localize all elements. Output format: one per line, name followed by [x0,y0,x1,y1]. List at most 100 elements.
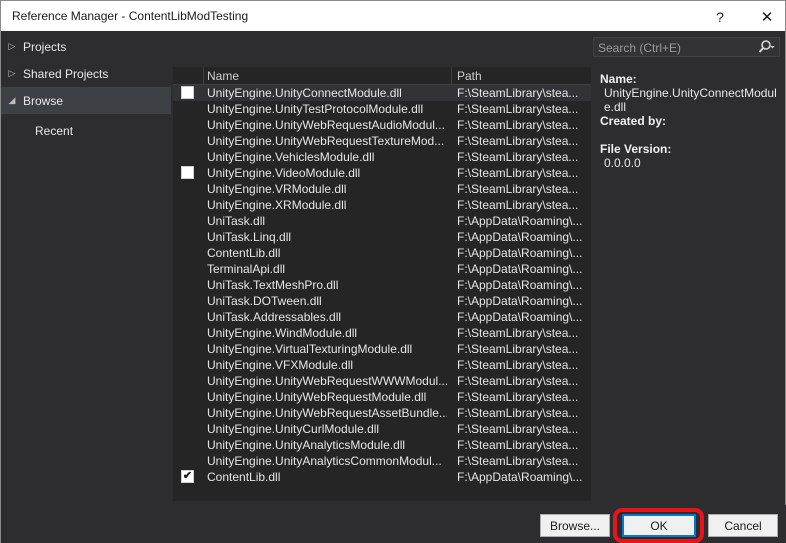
row-name: UniTask.Linq.dll [207,230,292,244]
list-rows: UnityEngine.UnityConnectModule.dll F:\Ste… [173,85,591,485]
collapse-arrow-icon[interactable]: ◢ [1,95,23,106]
table-row[interactable]: UnityEngine.VRModule.dll F:\SteamLibrary\… [173,181,591,197]
table-row[interactable]: UnityEngine.UnityWebRequestTextureMod...… [173,133,591,149]
table-row[interactable]: UnityEngine.XRModule.dll F:\SteamLibrary\… [173,197,591,213]
row-path: F:\SteamLibrary\stea... [457,342,579,356]
row-name: TerminalApi.dll [207,262,286,276]
row-name: UnityEngine.UnityAnalyticsModule.dll [207,438,406,452]
row-path: F:\SteamLibrary\stea... [457,86,579,100]
column-divider[interactable] [451,67,452,85]
row-name: ContentLib.dll [207,470,281,484]
table-row[interactable]: UniTask.TextMeshPro.dll F:\AppData\Roamin… [173,277,591,293]
table-row[interactable]: UnityEngine.VirtualTexturingModule.dll F:… [173,341,591,357]
sidebar-item-shared-projects[interactable]: ▷ Shared Projects [1,60,171,87]
row-name: UniTask.DOTween.dll [207,294,322,308]
row-checkbox[interactable] [181,166,194,179]
row-name: UnityEngine.UnityWebRequestModule.dll [207,390,427,404]
sidebar-item-browse[interactable]: ◢ Browse [1,87,171,114]
table-row[interactable]: UnityEngine.UnityWebRequestAudioModul...… [173,117,591,133]
row-name: UnityEngine.UnityAnalyticsCommonModul... [207,454,442,468]
ok-button[interactable]: OK [622,514,696,537]
row-path: F:\AppData\Roaming\... [457,310,583,324]
row-path: F:\SteamLibrary\stea... [457,118,579,132]
row-path: F:\AppData\Roaming\... [457,246,583,260]
row-path: F:\AppData\Roaming\... [457,278,583,292]
column-header-path[interactable]: Path [457,69,482,83]
row-name: UnityEngine.UnityWebRequestWWWModul... [207,374,447,388]
row-name: UnityEngine.UnityCurlModule.dll [207,422,380,436]
help-button[interactable]: ? [700,1,740,32]
sidebar-item-recent[interactable]: Recent [1,117,171,144]
window-title: Reference Manager - ContentLibModTesting [12,9,249,23]
table-row[interactable]: UnityEngine.UnityConnectModule.dll F:\Ste… [173,85,591,101]
search-placeholder: Search (Ctrl+E) [598,41,682,55]
sidebar-item-label: Shared Projects [23,66,109,81]
row-path: F:\SteamLibrary\stea... [457,406,579,420]
expand-arrow-icon[interactable]: ▷ [1,41,23,52]
table-row[interactable]: UniTask.DOTween.dll F:\AppData\Roaming\..… [173,293,591,309]
row-name: UnityEngine.VRModule.dll [207,182,347,196]
row-path: F:\AppData\Roaming\... [457,230,583,244]
row-name: UnityEngine.VirtualTexturingModule.dll [207,342,413,356]
row-path: F:\SteamLibrary\stea... [457,358,579,372]
title-bar: Reference Manager - ContentLibModTesting… [0,0,786,31]
row-path: F:\SteamLibrary\stea... [457,102,579,116]
table-row[interactable]: ✔ ContentLib.dll F:\AppData\Roaming\... [173,469,591,485]
reference-list: Name Path UnityEngine.UnityConnectModule… [173,67,591,501]
row-path: F:\SteamLibrary\stea... [457,326,579,340]
row-checkbox[interactable] [181,86,194,99]
row-name: UnityEngine.UnityTestProtocolModule.dll [207,102,424,116]
row-path: F:\SteamLibrary\stea... [457,374,579,388]
column-header-name[interactable]: Name [207,69,239,83]
row-path: F:\SteamLibrary\stea... [457,150,579,164]
sidebar-item-label: Projects [23,39,67,54]
row-name: UnityEngine.UnityWebRequestTextureMod... [207,134,445,148]
table-row[interactable]: TerminalApi.dll F:\AppData\Roaming\... [173,261,591,277]
row-checkbox[interactable]: ✔ [181,470,194,483]
browse-button[interactable]: Browse... [540,514,610,537]
table-row[interactable]: UnityEngine.UnityWebRequestWWWModul... F:… [173,373,591,389]
row-path: F:\AppData\Roaming\... [457,214,583,228]
table-row[interactable]: UnityEngine.VehiclesModule.dll F:\SteamLi… [173,149,591,165]
sidebar-item-projects[interactable]: ▷ Projects [1,33,171,60]
row-path: F:\SteamLibrary\stea... [457,390,579,404]
row-name: UniTask.Addressables.dll [207,310,342,324]
row-path: F:\SteamLibrary\stea... [457,438,579,452]
search-icon[interactable] [757,39,775,58]
details-panel: Name: UnityEngine.UnityConnectModule.dll… [600,72,782,170]
table-row[interactable]: UnityEngine.VideoModule.dll F:\SteamLibra… [173,165,591,181]
name-value: UnityEngine.UnityConnectModule.dll [604,86,777,114]
row-path: F:\AppData\Roaming\... [457,262,583,276]
table-row[interactable]: ContentLib.dll F:\AppData\Roaming\... [173,245,591,261]
sidebar: ▷ Projects ▷ Shared Projects ◢ Browse Re… [1,31,171,505]
table-row[interactable]: UnityEngine.UnityWebRequestModule.dll F:\… [173,389,591,405]
table-row[interactable]: UnityEngine.UnityWebRequestAssetBundle..… [173,405,591,421]
table-row[interactable]: UnityEngine.UnityAnalyticsCommonModul...… [173,453,591,469]
row-name: UnityEngine.VehiclesModule.dll [207,150,375,164]
row-name: UnityEngine.VFXModule.dll [207,358,354,372]
search-input[interactable]: Search (Ctrl+E) [593,37,780,57]
file-version-value: 0.0.0.0 [604,156,641,170]
row-path: F:\SteamLibrary\stea... [457,182,579,196]
row-path: F:\SteamLibrary\stea... [457,198,579,212]
row-path: F:\SteamLibrary\stea... [457,422,579,436]
row-name: UnityEngine.UnityConnectModule.dll [207,86,402,100]
row-name: UnityEngine.UnityWebRequestAudioModul... [207,118,445,132]
cancel-button[interactable]: Cancel [708,514,778,537]
table-row[interactable]: UnityEngine.VFXModule.dll F:\SteamLibrary… [173,357,591,373]
row-name: ContentLib.dll [207,246,281,260]
table-row[interactable]: UnityEngine.UnityTestProtocolModule.dll F… [173,101,591,117]
table-row[interactable]: UnityEngine.UnityAnalyticsModule.dll F:\S… [173,437,591,453]
table-row[interactable]: UnityEngine.UnityCurlModule.dll F:\SteamL… [173,421,591,437]
close-button[interactable]: ✕ [747,1,786,32]
column-divider[interactable] [203,67,204,85]
list-header: Name Path [173,67,591,85]
checkmark-icon: ✔ [182,470,193,482]
table-row[interactable]: UniTask.Linq.dll F:\AppData\Roaming\... [173,229,591,245]
table-row[interactable]: UnityEngine.WindModule.dll F:\SteamLibrar… [173,325,591,341]
expand-arrow-icon[interactable]: ▷ [1,68,23,79]
row-path: F:\SteamLibrary\stea... [457,134,579,148]
table-row[interactable]: UniTask.dll F:\AppData\Roaming\... [173,213,591,229]
table-row[interactable]: UniTask.Addressables.dll F:\AppData\Roami… [173,309,591,325]
row-path: F:\SteamLibrary\stea... [457,166,579,180]
